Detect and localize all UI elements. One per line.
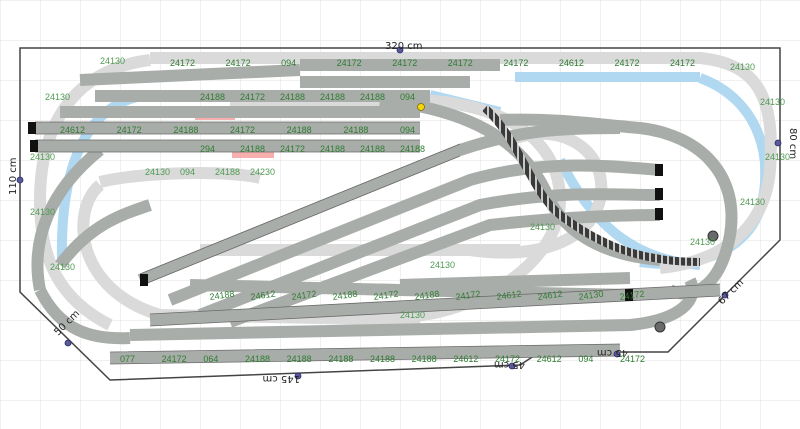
piece-label: 24612	[559, 58, 584, 68]
piece-label: 24188	[400, 144, 425, 154]
curve-piece-label: 24130	[765, 152, 790, 162]
curve-piece-label: 24130	[400, 310, 425, 320]
piece-label: 24172	[392, 58, 417, 68]
piece-label: 24172	[448, 58, 473, 68]
piece-label: 24612	[537, 354, 562, 364]
curve-piece-label: 24130	[760, 97, 785, 107]
piece-label: 24188	[343, 125, 368, 135]
piece-label: 24188	[280, 92, 305, 102]
piece-label: 24172	[162, 354, 187, 364]
piece-label: 094	[281, 58, 296, 68]
piece-label: 24188	[360, 92, 385, 102]
piece-label: 24188	[412, 354, 437, 364]
piece-label: 24188	[370, 354, 395, 364]
piece-label: 24612	[453, 354, 478, 364]
piece-label: 077	[120, 354, 135, 364]
piece-label: 24172	[503, 58, 528, 68]
piece-label: 24172	[614, 58, 639, 68]
dimension-depth-left: 110 cm	[8, 157, 19, 195]
piece-label: 094	[400, 92, 415, 102]
curve-piece-label: 24130	[30, 152, 55, 162]
turntable-marker-2	[654, 321, 666, 333]
piece-label: 24188	[240, 144, 265, 154]
curve-piece-label: 24130	[730, 62, 755, 72]
piece-label: 24172	[240, 92, 265, 102]
curve-piece-label: 24130	[45, 92, 70, 102]
piece-label: 24172	[620, 354, 645, 364]
piece-label: 24188	[173, 125, 198, 135]
piece-label: 24188	[360, 144, 385, 154]
piece-label: 24130	[145, 167, 170, 177]
piece-label: 24188	[200, 92, 225, 102]
piece-label: 094	[578, 354, 593, 364]
piece-label: 24188	[328, 354, 353, 364]
piece-label: 24172	[495, 354, 520, 364]
piece-label: 24188	[245, 354, 270, 364]
piece-label: 24172	[337, 58, 362, 68]
track-plan-canvas[interactable]: 320 cm 110 cm 80 cm 145 cm 45 cm 45 cm 5…	[0, 0, 800, 429]
piece-label: 24172	[280, 144, 305, 154]
piece-label: 094	[400, 125, 415, 135]
piece-label: 24172	[670, 58, 695, 68]
piece-label: 24188	[287, 354, 312, 364]
piece-label: 24172	[170, 58, 195, 68]
piece-label: 094	[180, 167, 195, 177]
curve-piece-label: 24130	[50, 262, 75, 272]
piece-label: 24188	[320, 92, 345, 102]
piece-label: 24230	[250, 167, 275, 177]
curve-piece-label: 24130	[530, 222, 555, 232]
piece-label: 24172	[226, 58, 251, 68]
piece-label: 24188	[215, 167, 240, 177]
dimension-bottom-left: 145 cm	[262, 373, 300, 384]
signal-marker[interactable]	[417, 103, 425, 111]
curve-piece-label: 24130	[100, 56, 125, 66]
curve-piece-label: 24130	[740, 197, 765, 207]
curve-piece-label: 24130	[430, 260, 455, 270]
piece-label: 24188	[320, 144, 345, 154]
piece-label: 24172	[117, 125, 142, 135]
piece-label: 24188	[287, 125, 312, 135]
dimension-width-top: 320 cm	[385, 41, 423, 52]
piece-label: 064	[203, 354, 218, 364]
curve-piece-label: 24130	[30, 207, 55, 217]
curve-piece-label: 24130	[690, 237, 715, 247]
piece-label: 294	[200, 144, 215, 154]
piece-label: 24612	[60, 125, 85, 135]
piece-label: 24172	[230, 125, 255, 135]
